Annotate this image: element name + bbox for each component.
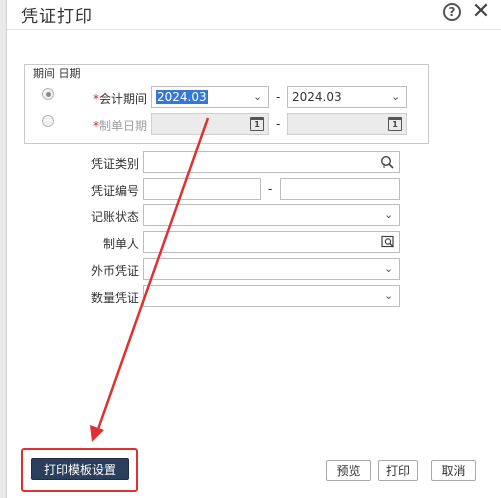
annotation-arrow bbox=[90, 117, 210, 442]
preview-button[interactable]: 预览 bbox=[326, 460, 371, 481]
cancel-button[interactable]: 取消 bbox=[431, 460, 476, 481]
print-button[interactable]: 打印 bbox=[378, 460, 418, 481]
print-template-settings-button[interactable]: 打印模板设置 bbox=[31, 458, 129, 480]
